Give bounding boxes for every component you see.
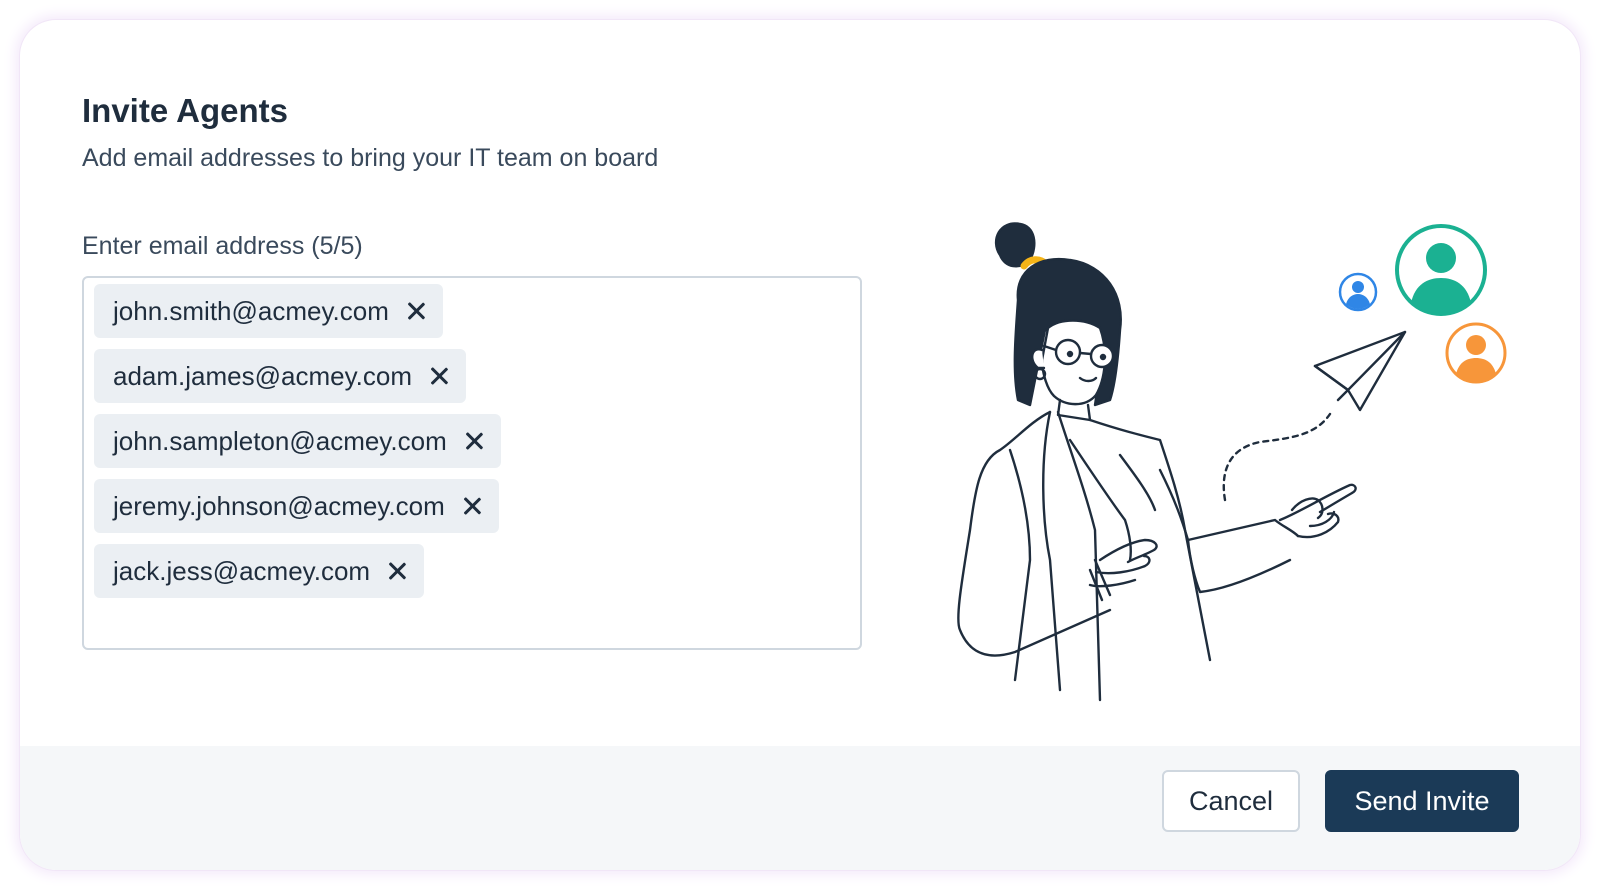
user-avatar-icon	[1395, 224, 1487, 316]
cancel-button[interactable]: Cancel	[1162, 770, 1300, 832]
user-avatar-icon	[1338, 272, 1378, 312]
dialog-footer: Cancel Send Invite	[20, 746, 1580, 870]
email-field-label: Enter email address (5/5)	[82, 232, 363, 260]
email-chip-text: adam.james@acmey.com	[113, 360, 412, 391]
email-chip: john.smith@acmey.com	[94, 284, 443, 338]
user-avatar-icon	[1445, 322, 1507, 384]
close-icon[interactable]	[428, 365, 450, 387]
dialog-title: Invite Agents	[82, 92, 288, 129]
email-chip: adam.james@acmey.com	[94, 349, 466, 403]
close-icon[interactable]	[386, 560, 408, 582]
dialog-subtitle: Add email addresses to bring your IT tea…	[82, 144, 659, 172]
email-chip-text: jeremy.johnson@acmey.com	[113, 490, 445, 521]
email-chip: jack.jess@acmey.com	[94, 544, 425, 598]
close-icon[interactable]	[405, 300, 427, 322]
email-chip-text: jack.jess@acmey.com	[113, 555, 371, 586]
email-chip: jeremy.johnson@acmey.com	[94, 479, 499, 533]
email-input-box[interactable]: john.smith@acmey.com adam.james@acmey.co…	[82, 276, 862, 650]
email-chip-text: john.sampleton@acmey.com	[113, 425, 447, 456]
close-icon[interactable]	[463, 430, 485, 452]
woman-pointing-illustration	[957, 222, 1507, 702]
send-invite-button[interactable]: Send Invite	[1325, 770, 1519, 832]
close-icon[interactable]	[461, 495, 483, 517]
email-chip-text: john.smith@acmey.com	[113, 295, 389, 326]
paper-plane-icon	[1313, 330, 1407, 412]
email-chip: john.sampleton@acmey.com	[94, 414, 501, 468]
invite-agents-dialog: Invite Agents Add email addresses to bri…	[20, 20, 1580, 870]
